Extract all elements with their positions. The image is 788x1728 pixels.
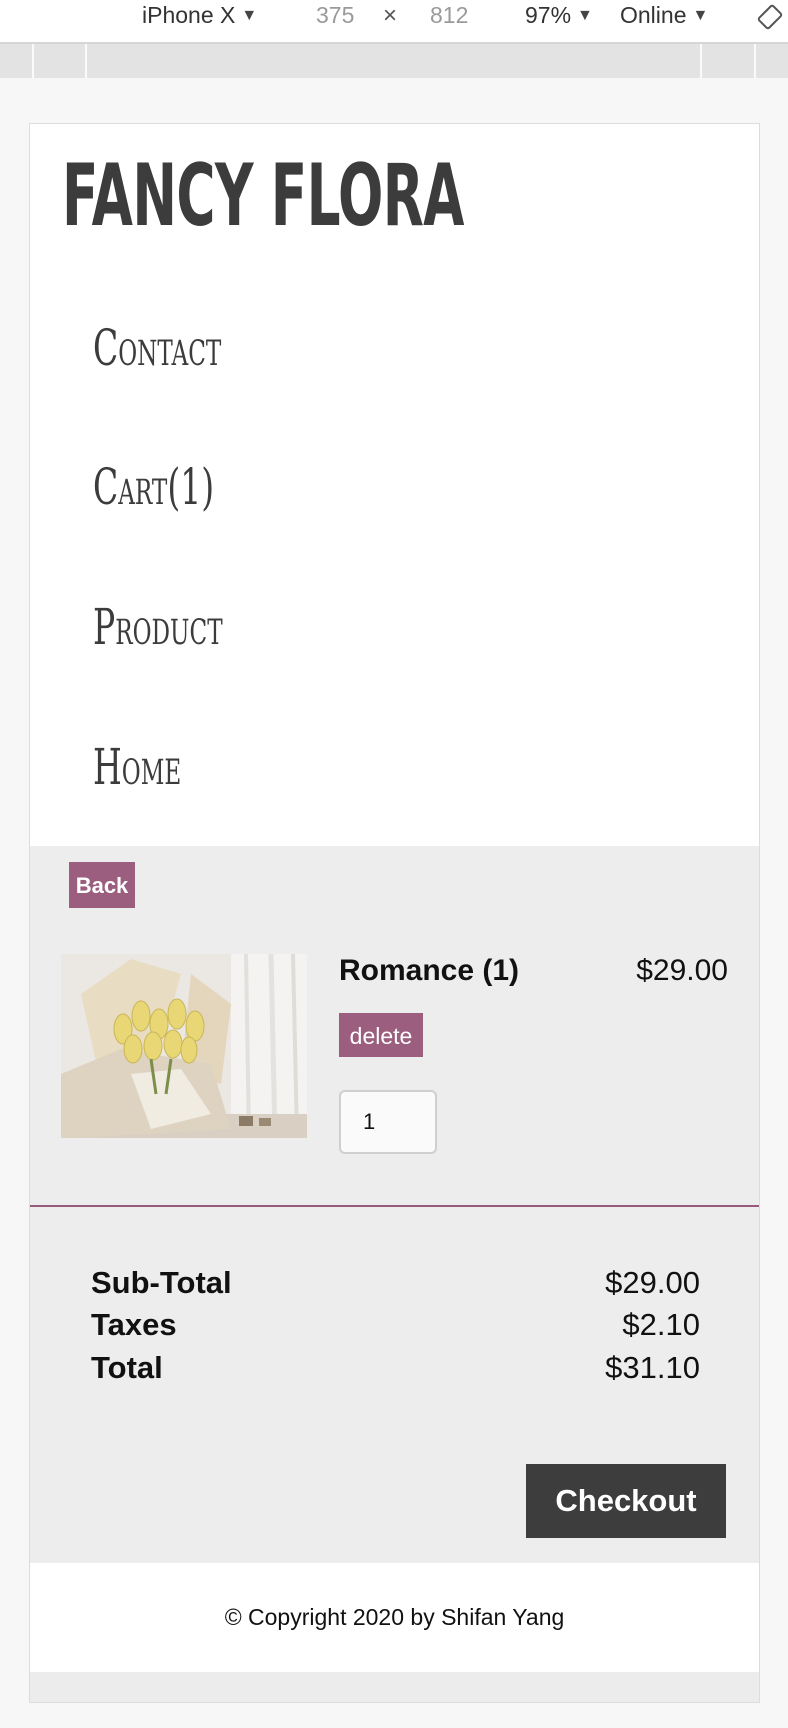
devtools-toolbar: iPhone X ▼ 375 × 812 97% ▼ Online ▼ [0,0,788,44]
delete-button[interactable]: delete [339,1013,423,1057]
checkout-button[interactable]: Checkout [526,1464,726,1538]
network-value: Online [620,2,687,28]
subtotal-label: Sub-Total [91,1265,232,1300]
tulip-bouquet-image [61,954,307,1138]
device-viewport: Fancy Flora Contact Cart(1) Product Home… [29,123,760,1703]
ruler-divider [700,44,702,78]
zoom-value: 97% [525,2,572,28]
taxes-row: Taxes $2.10 [91,1307,700,1349]
viewport-width-field[interactable]: 375 [316,2,354,29]
chevron-down-icon: ▼ [241,7,258,24]
item-price: $29.00 [636,954,728,987]
chevron-down-icon: ▼ [692,7,709,24]
media-query-ruler [0,44,788,78]
viewport-height-field[interactable]: 812 [430,2,468,29]
back-button[interactable]: Back [69,862,135,908]
network-select[interactable]: Online ▼ [620,2,708,29]
site-logo[interactable]: Fancy Flora [62,146,464,246]
device-select[interactable]: iPhone X ▼ [142,2,257,29]
device-name: iPhone X [142,2,236,28]
item-name: Romance (1) [339,954,520,987]
bottom-strip [30,1672,759,1702]
total-row: Total $31.10 [91,1350,700,1392]
total-label: Total [91,1350,163,1385]
footer: © Copyright 2020 by Shifan Yang [30,1563,759,1672]
nav-link-cart[interactable]: Cart(1) [93,458,214,516]
subtotal-value: $29.00 [605,1265,700,1300]
ruler-divider [85,44,87,78]
copyright-text: © Copyright 2020 by Shifan Yang [224,1604,565,1630]
rotate-icon[interactable] [757,4,783,30]
taxes-label: Taxes [91,1307,177,1342]
nav-link-home[interactable]: Home [93,738,181,796]
nav-link-product[interactable]: Product [93,598,223,656]
zoom-select[interactable]: 97% ▼ [525,2,593,29]
cart-section: Back Romance (1) $29.00 delete 1 [30,846,759,1207]
times-icon: × [383,2,398,29]
subtotal-row: Sub-Total $29.00 [91,1265,700,1307]
total-value: $31.10 [605,1350,700,1385]
nav-link-contact[interactable]: Contact [93,319,221,377]
product-image [61,954,307,1138]
ruler-divider [754,44,756,78]
ruler-divider [32,44,34,78]
order-summary: Sub-Total $29.00 Taxes $2.10 Total $31.1… [30,1207,759,1563]
chevron-down-icon: ▼ [577,7,593,24]
taxes-value: $2.10 [622,1307,700,1342]
quantity-input[interactable] [339,1090,437,1154]
